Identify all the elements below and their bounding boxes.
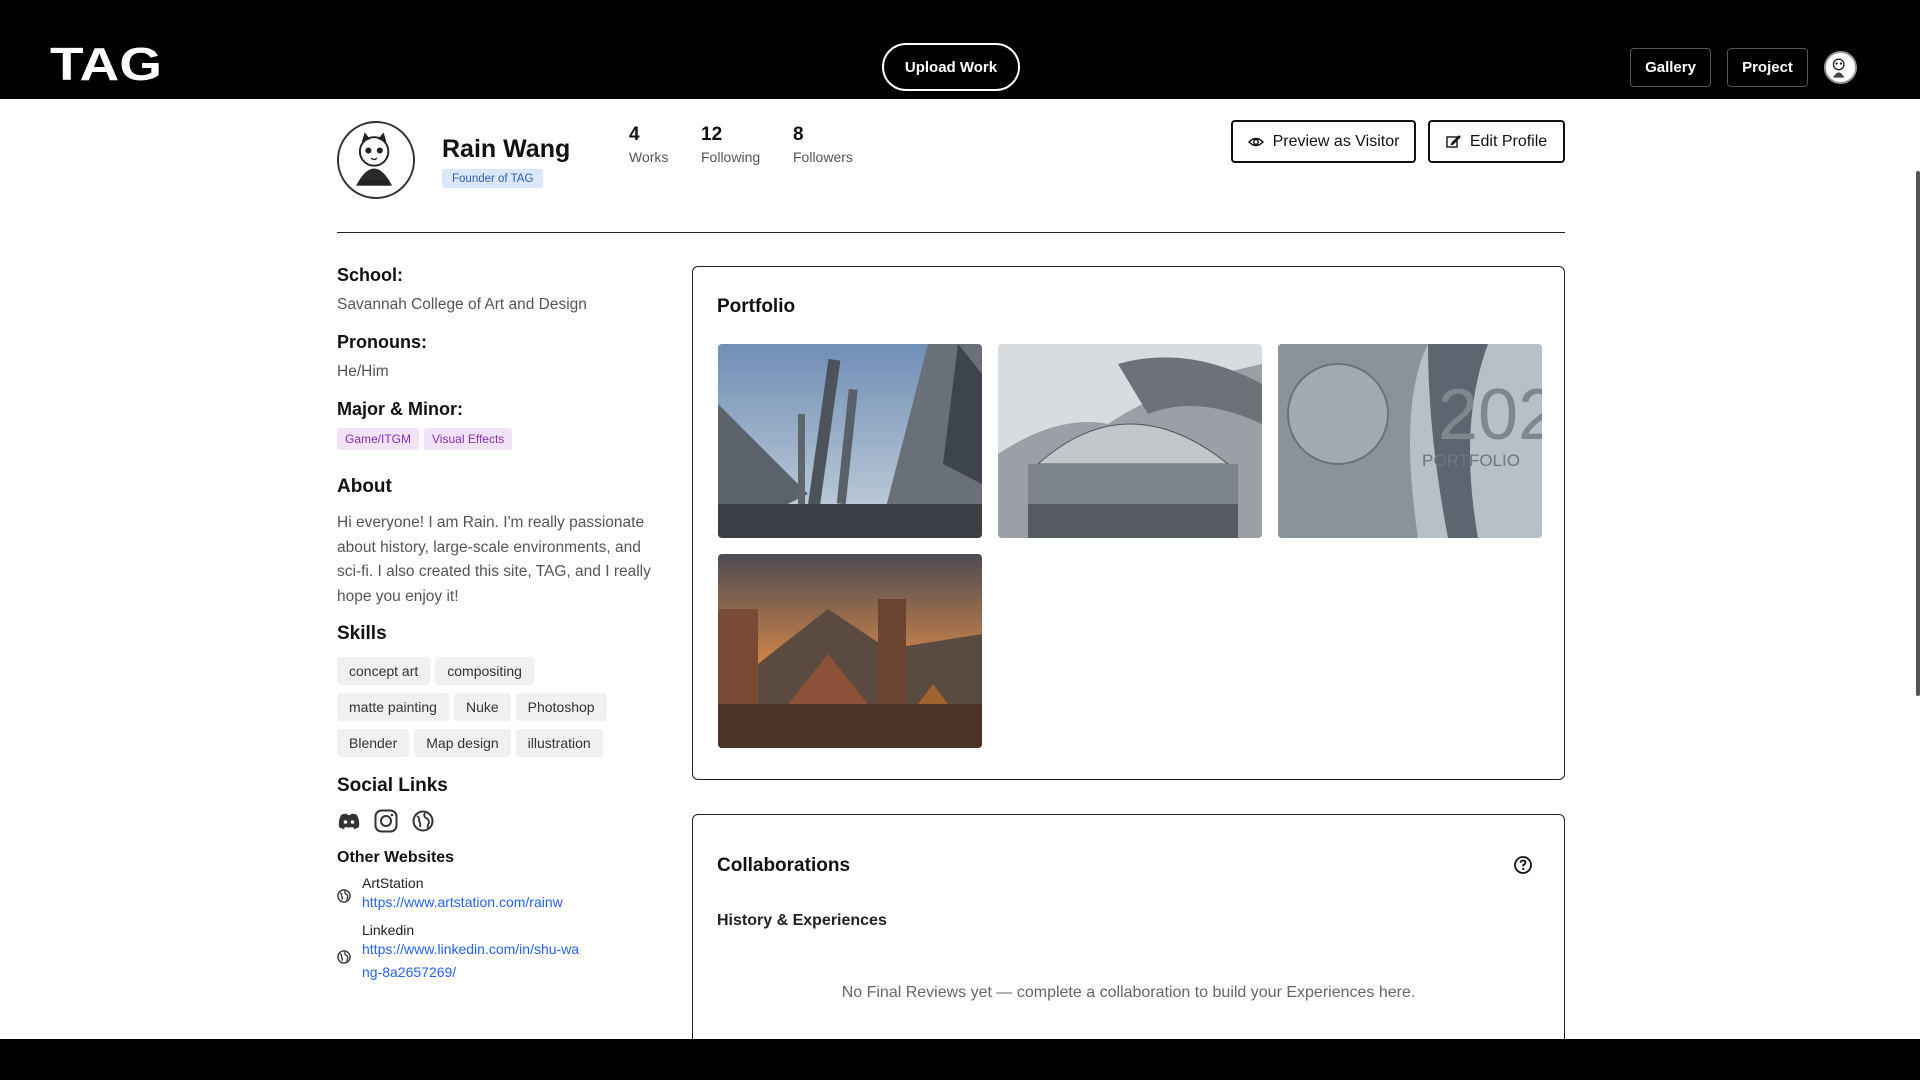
portfolio-thumbnail[interactable] [718,344,982,538]
skill-tag: illustration [515,729,603,757]
thumb-small-text: PORTFOLIO [1422,451,1520,470]
profile-page: Rain Wang Founder of TAG 4 Works 12 Foll… [0,99,1920,1039]
other-websites-title: Other Websites [337,849,455,866]
profile-avatar [337,121,415,199]
skill-tag: Blender [337,729,410,757]
stat-value: 4 [629,124,640,145]
profile-name: Rain Wang [442,135,571,163]
social-links [337,809,667,833]
globe-icon [337,950,351,964]
major-tag: Game/ITGM [337,428,420,450]
instagram-icon[interactable] [374,809,398,833]
school-label: School: [337,265,403,285]
portfolio-card: Portfolio 202 PORTFOLIO [692,266,1565,780]
preview-label: Preview as Visitor [1272,132,1400,150]
website-link[interactable]: https://www.artstation.com/rainw [362,891,582,914]
stat-following[interactable]: 12 Following [701,124,760,165]
website-name: ArtStation [362,875,424,891]
stat-value: 8 [793,124,804,145]
stat-label: Works [629,149,669,165]
skill-tag: Map design [414,729,511,757]
history-experiences-title: History & Experiences [717,912,887,929]
stat-works[interactable]: 4 Works [629,124,668,165]
header-divider [337,232,1565,233]
skill-tag: compositing [435,657,534,685]
website-item: Linkedin https://www.linkedin.com/in/shu… [337,922,667,984]
website-link[interactable]: https://www.linkedin.com/in/shu-wang-8a2… [362,938,582,984]
top-navbar: TAG Upload Work Gallery Project [0,0,1920,99]
globe-icon [337,889,351,903]
profile-info-column: School: Savannah College of Art and Desi… [337,265,667,984]
thumb-big-text: 202 [1438,375,1542,455]
portfolio-thumbnail[interactable]: 202 PORTFOLIO [1278,344,1542,538]
portfolio-thumbnail[interactable] [998,344,1262,538]
skill-tag: Nuke [453,693,511,721]
cat-illustration-icon [339,123,409,193]
portfolio-thumbnail[interactable] [718,554,982,748]
skills-list: concept art compositing matte painting Nuk… [337,657,677,765]
collaborations-card: Collaborations History & Experiences No … [692,814,1565,1039]
logo-text: TAG [50,44,162,84]
portfolio-title: Portfolio [717,296,796,317]
pronouns-label: Pronouns: [337,332,427,352]
upload-work-button[interactable]: Upload Work [882,43,1020,91]
edit-profile-button[interactable]: Edit Profile [1428,120,1565,163]
major-minor-label: Major & Minor: [337,399,463,419]
scrollbar[interactable] [1916,171,1920,696]
about-text: Hi everyone! I am Rain. I'm really passi… [337,514,651,605]
website-name: Linkedin [362,922,415,938]
skill-tag: concept art [337,657,431,685]
major-tags: Game/ITGM Visual Effects [337,428,667,450]
bottom-bar [0,1039,1920,1080]
website-item: ArtStation https://www.artstation.com/ra… [337,875,667,914]
school-value: Savannah College of Art and Design [337,296,587,313]
user-avatar[interactable] [1824,51,1857,84]
stat-label: Followers [793,149,853,165]
stat-followers[interactable]: 8 Followers [793,124,853,165]
skill-tag: Photoshop [515,693,607,721]
minor-tag: Visual Effects [424,428,513,450]
gallery-button[interactable]: Gallery [1630,48,1711,87]
skill-tag: matte painting [337,693,449,721]
eye-icon [1247,137,1264,146]
empty-reviews-message: No Final Reviews yet — complete a collab… [841,984,1416,1001]
help-icon[interactable] [1513,855,1533,875]
globe-icon[interactable] [411,809,435,833]
tag-logo[interactable]: TAG [50,44,162,84]
skills-title: Skills [337,623,387,644]
discord-icon[interactable] [337,809,361,833]
stat-value: 12 [701,124,723,145]
pronouns-value: He/Him [337,363,389,380]
about-title: About [337,476,392,497]
founder-badge: Founder of TAG [442,169,544,188]
edit-icon [1446,135,1461,148]
project-button[interactable]: Project [1727,48,1808,87]
stat-label: Following [701,149,761,165]
social-links-title: Social Links [337,775,448,796]
collaborations-title: Collaborations [717,855,851,876]
edit-label: Edit Profile [1469,132,1548,150]
avatar-cat-icon [1832,58,1845,78]
preview-as-visitor-button[interactable]: Preview as Visitor [1231,120,1416,163]
